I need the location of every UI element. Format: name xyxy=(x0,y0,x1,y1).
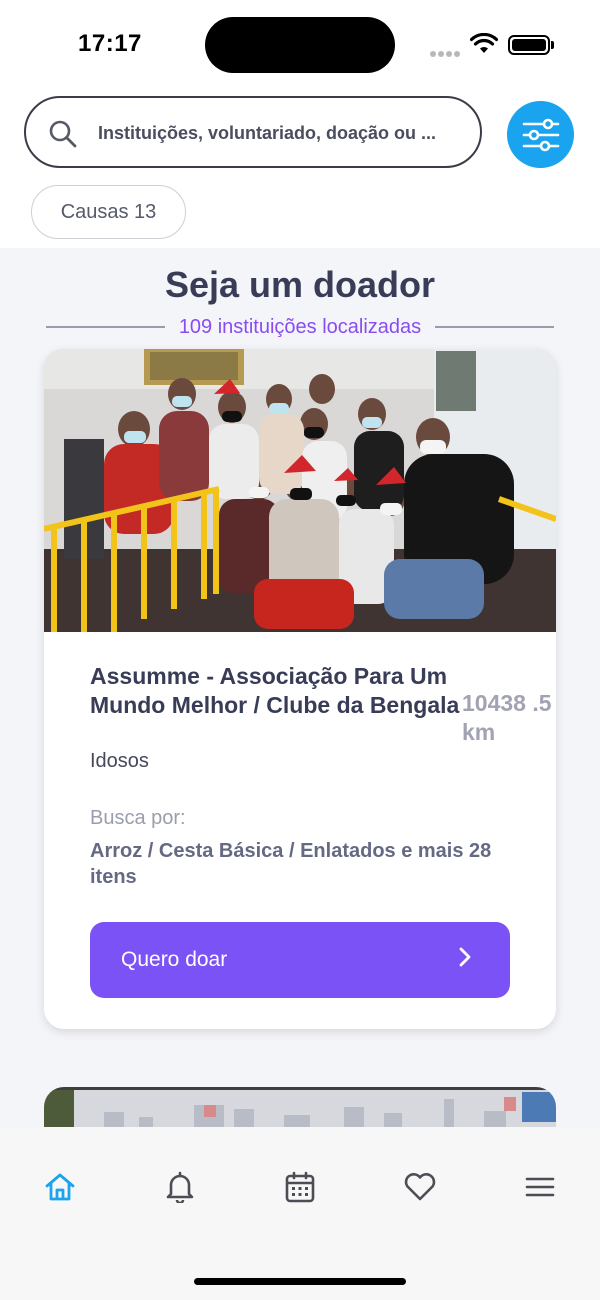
menu-icon xyxy=(525,1177,555,1197)
nav-notifications[interactable] xyxy=(160,1167,200,1207)
causes-filter-chip[interactable]: Causas 13 xyxy=(31,185,186,239)
donate-button[interactable]: Quero doar xyxy=(90,922,510,998)
status-time: 17:17 xyxy=(78,30,142,57)
nav-home[interactable] xyxy=(40,1167,80,1207)
cellular-signal-icon xyxy=(430,44,462,57)
divider-right xyxy=(435,326,554,328)
institution-photo xyxy=(44,349,556,632)
battery-cap xyxy=(551,41,554,49)
donate-button-label: Quero doar xyxy=(121,948,228,971)
sliders-icon xyxy=(522,118,559,151)
calendar-icon xyxy=(285,1171,315,1203)
heart-icon xyxy=(404,1173,436,1201)
section-title: Seja um doador xyxy=(164,264,436,305)
home-icon xyxy=(45,1173,75,1201)
nav-favorites[interactable] xyxy=(400,1167,440,1207)
results-count: 109 instituições localizadas xyxy=(178,315,422,338)
institution-cause: Idosos xyxy=(90,750,149,772)
header: Causas 13 xyxy=(0,88,600,248)
institution-card[interactable]: Assumme - Associação Para Um Mundo Melho… xyxy=(44,349,556,1029)
wifi-icon xyxy=(469,32,499,60)
institution-distance: 10438 .5 km xyxy=(462,690,552,745)
chevron-right-icon xyxy=(458,947,472,973)
nav-calendar[interactable] xyxy=(280,1167,320,1207)
nav-menu[interactable] xyxy=(520,1167,560,1207)
filter-button[interactable] xyxy=(507,101,574,168)
institution-name: Assumme - Associação Para Um Mundo Melho… xyxy=(90,663,460,718)
seeks-items: Arroz / Cesta Básica / Enlatados e mais … xyxy=(90,840,492,888)
battery-icon xyxy=(508,35,550,55)
search-icon xyxy=(48,119,78,154)
status-bar: 17:17 xyxy=(0,0,600,88)
bell-icon xyxy=(166,1171,194,1203)
subtitle-row: 109 instituições localizadas xyxy=(46,314,554,340)
dynamic-island xyxy=(205,17,395,73)
seeks-label: Busca por: xyxy=(90,807,186,829)
search-box[interactable] xyxy=(24,96,482,168)
bottom-nav xyxy=(0,1127,600,1300)
search-input[interactable] xyxy=(98,120,468,146)
divider-left xyxy=(46,326,165,328)
home-indicator[interactable] xyxy=(194,1278,406,1285)
